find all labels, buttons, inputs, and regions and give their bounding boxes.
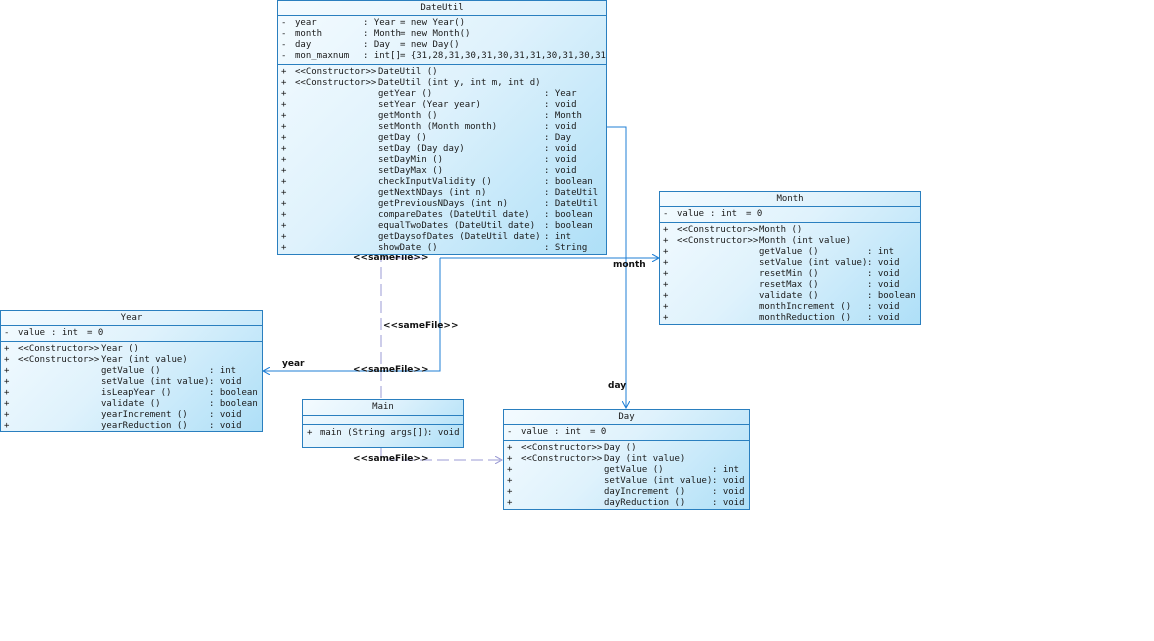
operation-row: + monthReduction (): void — [663, 313, 900, 323]
operation-row: + dayReduction (): void — [507, 498, 745, 508]
attribute-row: - year: Year = new Year() — [281, 18, 466, 28]
class-month[interactable]: Month - value: int = 0 + <<Constructor>> Mon… — [659, 191, 921, 325]
operation-row: + monthIncrement (): void — [663, 302, 900, 312]
class-name: DateUtil — [278, 1, 606, 16]
operation-row: + <<Constructor>> Month (int value) — [663, 236, 852, 246]
operations-section: + <<Constructor>> Day () + <<Constructor>> D… — [504, 441, 749, 511]
attributes-section: - value: int = 0 — [660, 207, 920, 223]
operation-row: + getNextNDays (int n): DateUtil — [281, 188, 599, 198]
operation-row: + <<Constructor>> Day (int value) — [507, 454, 686, 464]
operation-row: + setYear (Year year): void — [281, 100, 577, 110]
operation-row: + <<Constructor>> Year (int value) — [4, 355, 188, 365]
class-name: Month — [660, 192, 920, 207]
operation-row: + <<Constructor>> Month () — [663, 225, 803, 235]
class-main[interactable]: Main + main (String args[]): void — [302, 399, 464, 448]
operation-row: + <<Constructor>> Day () — [507, 443, 637, 453]
operation-row: + main (String args[]): void — [307, 428, 460, 438]
operation-row: + setValue (int value): void — [507, 476, 745, 486]
operation-row: + getYear (): Year — [281, 89, 577, 99]
operation-row: + resetMax (): void — [663, 280, 900, 290]
attribute-row: - value: int = 0 — [507, 427, 607, 437]
operation-row: + dayIncrement (): void — [507, 487, 745, 497]
attribute-row: - month: Month = new Month() — [281, 29, 471, 39]
samefile-label: <<sameFile>> — [383, 321, 459, 331]
class-year[interactable]: Year - value: int = 0 + <<Constructor>> Year… — [0, 310, 263, 432]
operation-row: + equalTwoDates (DateUtil date): boolean — [281, 221, 593, 231]
operation-row: + getMonth (): Month — [281, 111, 582, 121]
class-name: Main — [303, 400, 463, 416]
operation-row: + getValue (): int — [4, 366, 237, 376]
operation-row: + setDayMin (): void — [281, 155, 577, 165]
operation-row: + yearReduction (): void — [4, 421, 242, 431]
operation-row: + getDay (): Day — [281, 133, 572, 143]
operation-row: + validate (): boolean — [663, 291, 916, 301]
class-dateutil[interactable]: DateUtil - year: Year = new Year() - month:… — [277, 0, 607, 255]
operation-row: + setDayMax (): void — [281, 166, 577, 176]
operation-row: + validate (): boolean — [4, 399, 258, 409]
operation-row: + setValue (int value): void — [663, 258, 900, 268]
attribute-row: - value: int = 0 — [663, 209, 763, 219]
operation-row: + resetMin (): void — [663, 269, 900, 279]
month-role-label: month — [613, 260, 646, 270]
operations-section: + <<Constructor>> Month () + <<Constructor>… — [660, 223, 920, 326]
class-day[interactable]: Day - value: int = 0 + <<Constructor>> Day (… — [503, 409, 750, 510]
operation-row: + setValue (int value): void — [4, 377, 242, 387]
operation-row: + isLeapYear (): boolean — [4, 388, 258, 398]
operation-row: + <<Constructor>> Year () — [4, 344, 139, 354]
attribute-row: - day: Day = new Day() — [281, 40, 460, 50]
operation-row: + showDate (): String — [281, 243, 588, 253]
operation-row: + setDay (Day day): void — [281, 144, 577, 154]
class-name: Day — [504, 410, 749, 425]
operation-row: + yearIncrement (): void — [4, 410, 242, 420]
attributes-section: - year: Year = new Year() - month: Month = n… — [278, 16, 606, 65]
operation-row: + getPreviousNDays (int n): DateUtil — [281, 199, 599, 209]
operations-section: + <<Constructor>> Year () + <<Constructor>>… — [1, 342, 262, 434]
attributes-section — [303, 416, 463, 425]
operation-row: + getDaysofDates (DateUtil date): int — [281, 232, 572, 242]
operation-row: + checkInputValidity (): boolean — [281, 177, 593, 187]
attribute-row: - mon_maxnum: int[] = {31,28,31,30,31,30,3… — [281, 51, 606, 61]
operation-row: + getValue (): int — [663, 247, 895, 257]
operation-row: + setMonth (Month month): void — [281, 122, 577, 132]
operation-row: + getValue (): int — [507, 465, 740, 475]
year-role-label: year — [282, 359, 305, 369]
day-role-label: day — [608, 381, 627, 391]
samefile-label: <<sameFile>> — [353, 365, 429, 375]
association-dateutil-year — [263, 258, 441, 371]
samefile-label: <<sameFile>> — [353, 454, 429, 464]
attributes-section: - value: int = 0 — [1, 326, 262, 342]
operation-row: + <<Constructor>> DateUtil () — [281, 67, 438, 77]
attribute-row: - value: int = 0 — [4, 328, 104, 338]
operation-row: + compareDates (DateUtil date): boolean — [281, 210, 593, 220]
operations-section: + <<Constructor>> DateUtil () + <<Construct… — [278, 65, 606, 256]
attributes-section: - value: int = 0 — [504, 425, 749, 441]
class-name: Year — [1, 311, 262, 326]
operation-row: + <<Constructor>> DateUtil (int y, int m, … — [281, 78, 541, 88]
operations-section: + main (String args[]): void — [303, 425, 463, 442]
